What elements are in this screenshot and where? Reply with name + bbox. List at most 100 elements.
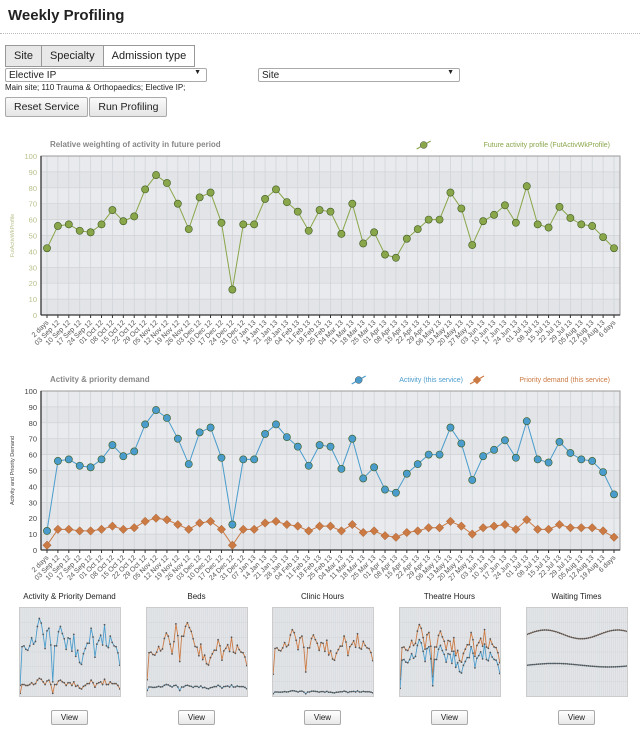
thumb-series bbox=[146, 621, 247, 680]
thumb-point bbox=[312, 634, 314, 636]
thumbnail-title: Beds bbox=[187, 592, 206, 601]
thumb-point bbox=[400, 646, 403, 649]
data-point bbox=[272, 420, 280, 429]
tab-admission-type[interactable]: Admission type bbox=[103, 46, 195, 66]
thumb-point bbox=[550, 629, 553, 632]
thumb-point bbox=[359, 691, 362, 693]
selection-breadcrumb: Main site; 110 Trauma & Orthopaedics; El… bbox=[5, 83, 186, 92]
thumb-point bbox=[114, 682, 117, 685]
thumbnail-chart[interactable] bbox=[525, 607, 628, 697]
thumb-point bbox=[289, 690, 291, 692]
thumb-point bbox=[180, 686, 183, 688]
thumbnail-chart[interactable] bbox=[18, 607, 121, 697]
thumb-point bbox=[191, 686, 194, 689]
data-point bbox=[402, 469, 411, 478]
thumb-point bbox=[336, 691, 339, 694]
data-point bbox=[326, 207, 335, 216]
thumb-point bbox=[417, 638, 420, 641]
thumb-point bbox=[562, 662, 564, 665]
thumb-point bbox=[338, 645, 341, 648]
thumb-point bbox=[279, 649, 282, 652]
data-point bbox=[577, 455, 586, 464]
thumb-point bbox=[212, 649, 215, 652]
data-point bbox=[435, 450, 444, 459]
thumb-point bbox=[245, 687, 248, 690]
thumb-point bbox=[346, 654, 349, 657]
y-tick-label: 40 bbox=[29, 482, 37, 491]
thumb-point bbox=[224, 685, 227, 688]
reset-service-button[interactable]: Reset Service bbox=[5, 97, 89, 117]
thumb-point bbox=[592, 635, 595, 638]
thumb-point bbox=[544, 629, 547, 631]
thumb-point bbox=[91, 636, 94, 638]
data-point bbox=[250, 455, 259, 464]
thumb-point bbox=[174, 623, 177, 625]
data-point bbox=[435, 215, 444, 224]
thumb-point bbox=[544, 662, 547, 665]
thumb-point bbox=[529, 663, 532, 666]
data-point bbox=[424, 215, 433, 224]
thumb-point bbox=[205, 687, 207, 690]
thumb-point bbox=[342, 690, 345, 692]
data-point bbox=[217, 453, 226, 462]
thumb-point bbox=[55, 644, 57, 647]
thumb-point bbox=[486, 659, 489, 662]
thumb-point bbox=[74, 685, 77, 688]
thumb-point bbox=[243, 656, 246, 658]
tab-specialty[interactable]: Specialty bbox=[41, 46, 104, 66]
thumb-point bbox=[556, 631, 559, 634]
y-tick-label: 50 bbox=[29, 467, 37, 476]
thumb-point bbox=[76, 649, 79, 652]
thumb-point bbox=[435, 646, 437, 648]
thumb-point bbox=[365, 647, 368, 649]
thumb-point bbox=[454, 654, 457, 657]
data-point bbox=[141, 185, 150, 194]
data-point bbox=[130, 212, 139, 221]
thumb-point bbox=[621, 665, 624, 668]
thumb-point bbox=[335, 691, 337, 694]
thumbnail-chart[interactable] bbox=[271, 607, 374, 697]
thumb-point bbox=[579, 637, 582, 640]
admission-type-select[interactable]: Elective IP ▼ bbox=[5, 68, 207, 82]
thumb-point bbox=[164, 683, 167, 686]
thumb-point bbox=[429, 658, 432, 660]
thumb-point bbox=[490, 643, 493, 645]
run-profiling-button[interactable]: Run Profiling bbox=[89, 97, 168, 117]
thumb-point bbox=[212, 685, 215, 688]
thumb-point bbox=[581, 637, 584, 640]
thumb-point bbox=[226, 643, 229, 646]
thumb-point bbox=[623, 665, 626, 668]
thumb-point bbox=[433, 658, 436, 661]
data-point bbox=[457, 204, 466, 213]
y-tick-label: 70 bbox=[29, 435, 37, 444]
data-point bbox=[261, 195, 269, 203]
thumb-point bbox=[460, 672, 462, 674]
thumb-point bbox=[273, 647, 276, 650]
view-button[interactable]: View bbox=[430, 710, 469, 725]
thumb-point bbox=[406, 649, 409, 652]
thumb-point bbox=[176, 686, 179, 688]
tab-site[interactable]: Site bbox=[6, 46, 42, 66]
thumbnail-chart[interactable] bbox=[398, 607, 501, 697]
thumb-point bbox=[335, 652, 337, 655]
thumb-point bbox=[342, 635, 345, 638]
data-point bbox=[239, 455, 248, 464]
thumb-point bbox=[191, 637, 194, 640]
thumb-series bbox=[19, 677, 120, 694]
thumb-point bbox=[218, 685, 221, 688]
view-button[interactable]: View bbox=[303, 710, 342, 725]
data-point bbox=[370, 463, 379, 472]
data-point bbox=[326, 442, 335, 451]
thumbnail-chart[interactable] bbox=[145, 607, 248, 697]
view-button[interactable]: View bbox=[557, 710, 596, 725]
thumbnail-title: Clinic Hours bbox=[300, 592, 345, 601]
thumb-point bbox=[64, 684, 67, 687]
site-select[interactable]: Site ▼ bbox=[258, 68, 460, 82]
thumb-point bbox=[569, 636, 572, 639]
view-button[interactable]: View bbox=[177, 710, 216, 725]
thumb-point bbox=[290, 689, 293, 692]
thumb-point bbox=[481, 658, 483, 660]
thumb-point bbox=[590, 636, 593, 638]
view-button[interactable]: View bbox=[50, 710, 89, 725]
thumb-point bbox=[365, 690, 368, 693]
